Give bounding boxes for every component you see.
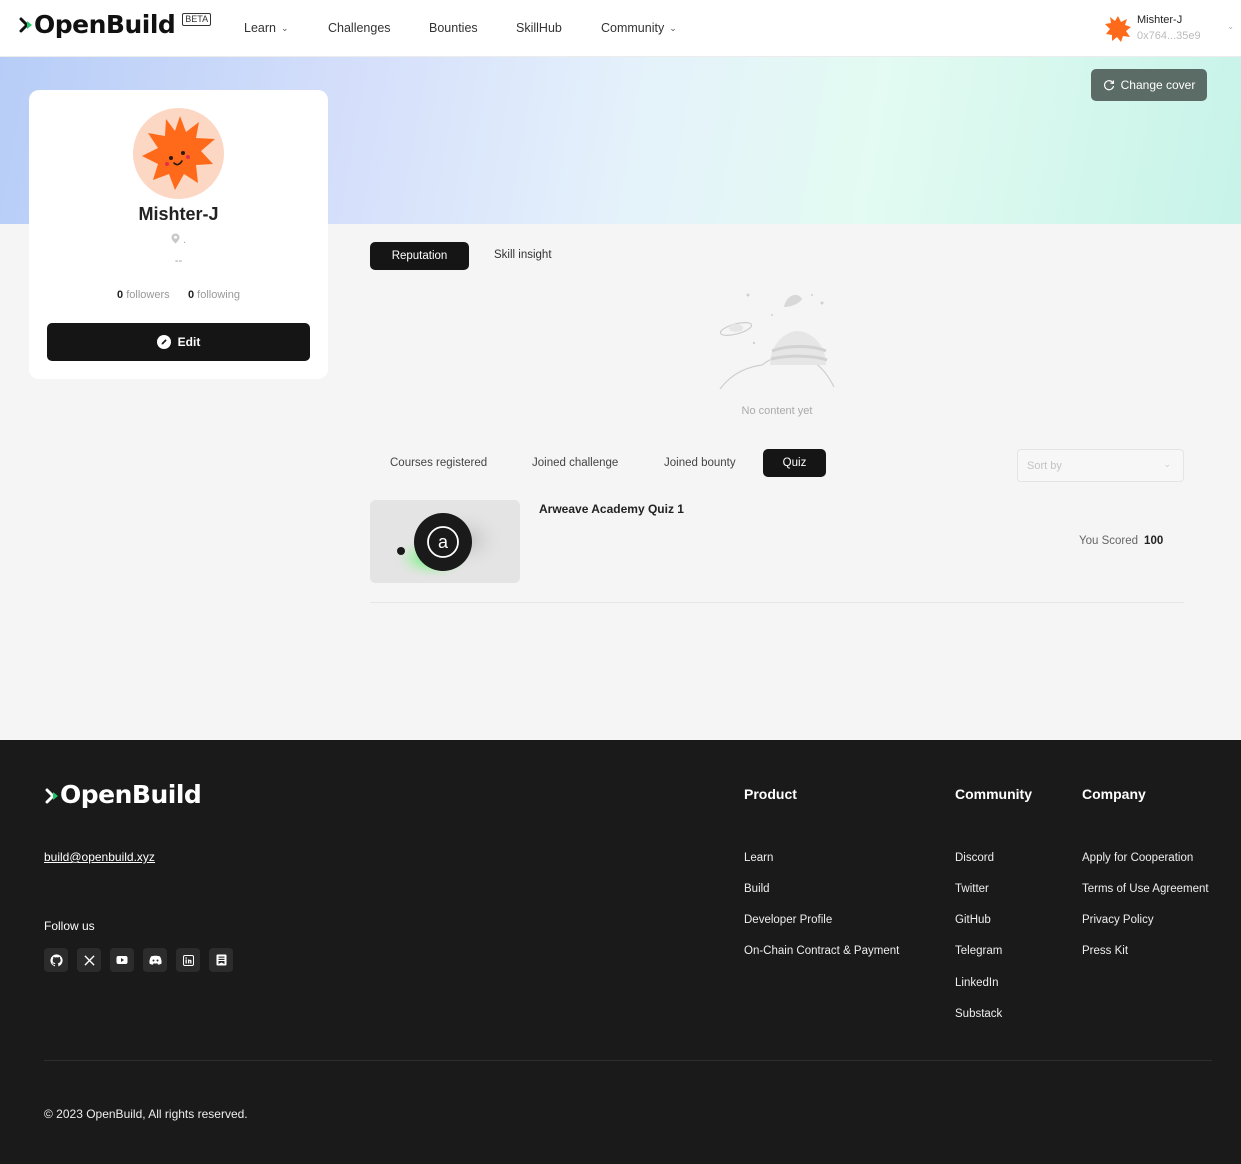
footer-link-onchain-contract[interactable]: On-Chain Contract & Payment — [744, 945, 899, 957]
openbuild-logo-mark-icon — [45, 788, 58, 804]
user-name: Mishter-J — [1137, 14, 1183, 26]
profile-location: . — [29, 233, 328, 246]
follow-stats: 0 followers 0 following — [29, 289, 328, 301]
nav-item-community[interactable]: Community ⌄ — [601, 20, 677, 36]
logo-text: OpenBuild — [34, 10, 176, 39]
followers-link[interactable]: 0 followers — [117, 289, 170, 301]
chevron-down-icon: ⌄ — [1163, 459, 1171, 469]
tab-quiz[interactable]: Quiz — [763, 449, 826, 477]
openbuild-logo[interactable]: OpenBuild BETA — [18, 10, 212, 40]
profile-card: Mishter-J . -- 0 followers 0 following E… — [29, 90, 328, 379]
tab-reputation[interactable]: Reputation — [370, 242, 469, 270]
tab-joined-challenge[interactable]: Joined challenge — [532, 449, 618, 477]
footer-link-discord[interactable]: Discord — [955, 852, 994, 864]
footer-community-title: Community — [955, 786, 1032, 802]
avatar[interactable] — [133, 108, 224, 199]
edit-label: Edit — [177, 335, 201, 349]
substack-icon[interactable] — [209, 948, 233, 972]
nav-item-label: Challenges — [328, 21, 391, 35]
change-cover-label: Change cover — [1120, 78, 1196, 92]
quiz-thumbnail[interactable]: a — [370, 500, 520, 583]
sort-by-placeholder: Sort by — [1027, 459, 1062, 472]
footer-link-developer-profile[interactable]: Developer Profile — [744, 914, 832, 926]
user-menu[interactable]: Mishter-J 0x764...35e9 ⌄ — [1104, 12, 1234, 46]
empty-state-illustration — [719, 293, 835, 390]
footer-link-github[interactable]: GitHub — [955, 914, 991, 926]
tab-skill-insight[interactable]: Skill insight — [494, 249, 552, 261]
nav-item-skillhub[interactable]: SkillHub — [516, 20, 562, 36]
tab-courses-registered[interactable]: Courses registered — [390, 449, 487, 477]
quiz-score-value: 100 — [1144, 535, 1164, 547]
footer-link-privacy[interactable]: Privacy Policy — [1082, 914, 1154, 926]
linkedin-icon[interactable] — [176, 948, 200, 972]
empty-state-text: No content yet — [741, 405, 813, 417]
change-cover-button[interactable]: Change cover — [1091, 69, 1207, 101]
discord-icon[interactable] — [143, 948, 167, 972]
chevron-down-icon: ⌄ — [1227, 22, 1234, 31]
footer-link-press-kit[interactable]: Press Kit — [1082, 945, 1128, 957]
following-link[interactable]: 0 following — [188, 289, 240, 301]
copyright: © 2023 OpenBuild, All rights reserved. — [44, 1107, 248, 1121]
footer-link-terms[interactable]: Terms of Use Agreement — [1082, 883, 1209, 895]
follow-us-label: Follow us — [44, 919, 95, 933]
location-pin-icon — [171, 233, 180, 244]
quiz-score: You Scored 100 — [1079, 535, 1163, 547]
beta-badge: BETA — [182, 13, 212, 26]
edit-profile-button[interactable]: Edit — [47, 323, 310, 361]
edit-icon — [156, 335, 171, 349]
openbuild-logo-mark-icon — [19, 17, 32, 33]
quiz-thumbnail-letter: a — [438, 532, 449, 552]
nav-item-bounties[interactable]: Bounties — [429, 20, 478, 36]
footer-link-twitter[interactable]: Twitter — [955, 883, 989, 895]
nav-item-label: SkillHub — [516, 21, 562, 35]
profile-bio: -- — [174, 255, 183, 267]
footer: OpenBuild build@openbuild.xyz Follow us … — [0, 740, 1241, 1164]
footer-product-title: Product — [744, 786, 797, 802]
followers-label: followers — [126, 289, 170, 301]
following-count: 0 — [187, 289, 195, 301]
wallet-address: 0x764...35e9 — [1137, 30, 1201, 42]
footer-link-apply-cooperation[interactable]: Apply for Cooperation — [1082, 852, 1193, 864]
nav-item-label: Learn — [244, 21, 276, 35]
sort-by-select[interactable]: Sort by ⌄ — [1017, 449, 1184, 482]
nav-item-challenges[interactable]: Challenges — [328, 20, 391, 36]
nav-item-learn[interactable]: Learn ⌄ — [244, 20, 289, 36]
chevron-down-icon: ⌄ — [669, 22, 677, 33]
arweave-logo-icon: a — [370, 500, 520, 583]
footer-link-learn[interactable]: Learn — [744, 852, 773, 864]
profile-name: Mishter-J — [138, 204, 219, 224]
youtube-icon[interactable] — [110, 948, 134, 972]
footer-link-build[interactable]: Build — [744, 883, 770, 895]
tab-label: Reputation — [391, 250, 448, 262]
footer-link-telegram[interactable]: Telegram — [955, 945, 1002, 957]
footer-link-linkedin[interactable]: LinkedIn — [955, 977, 998, 989]
chevron-down-icon: ⌄ — [280, 22, 289, 33]
followers-count: 0 — [117, 289, 124, 301]
nav-item-label: Community — [601, 21, 665, 35]
social-links — [44, 948, 233, 972]
footer-logo-text: OpenBuild — [60, 780, 202, 809]
footer-divider — [44, 1060, 1212, 1061]
quiz-score-label: You Scored — [1079, 535, 1139, 547]
github-icon[interactable] — [44, 948, 68, 972]
footer-company-title: Company — [1082, 786, 1146, 802]
x-icon[interactable] — [77, 948, 101, 972]
nav-item-label: Bounties — [429, 21, 478, 35]
tab-joined-bounty[interactable]: Joined bounty — [664, 449, 736, 477]
tab-label: Skill insight — [494, 249, 552, 261]
quiz-title[interactable]: Arweave Academy Quiz 1 — [539, 502, 684, 516]
footer-link-substack[interactable]: Substack — [955, 1008, 1002, 1020]
top-navbar: OpenBuild BETA Learn ⌄ Challenges Bounti… — [0, 0, 1241, 57]
location-text: . — [183, 234, 187, 246]
refresh-icon — [1103, 80, 1114, 91]
footer-email-link[interactable]: build@openbuild.xyz — [44, 850, 155, 864]
row-divider — [370, 602, 1184, 603]
footer-logo[interactable]: OpenBuild — [44, 780, 202, 810]
avatar — [1105, 16, 1131, 42]
following-label: following — [197, 289, 240, 301]
